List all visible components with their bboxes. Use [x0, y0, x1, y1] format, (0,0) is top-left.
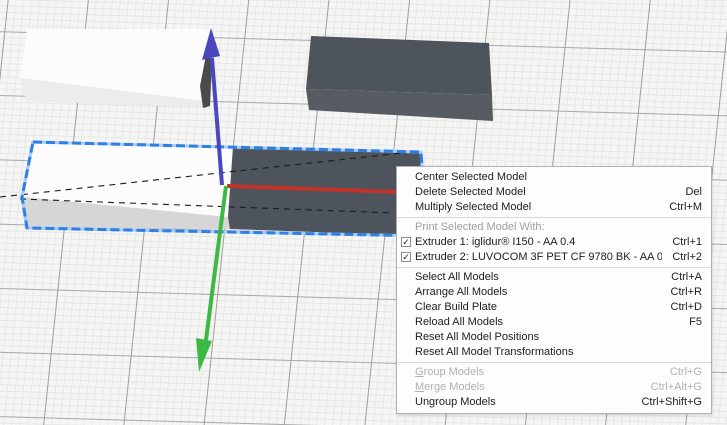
menu-item-arrange-all-models[interactable]: Arrange All Models Ctrl+R: [397, 285, 711, 300]
menu-item-reset-all-model-positions[interactable]: Reset All Model Positions: [397, 330, 711, 345]
menu-item-shortcut: F5: [689, 315, 702, 330]
menu-item-center-selected-model[interactable]: Center Selected Model: [397, 170, 711, 185]
menu-item-shortcut: Ctrl+M: [669, 200, 702, 215]
menu-item-merge-models: Merge Models Ctrl+Alt+G: [397, 380, 711, 395]
menu-item-reload-all-models[interactable]: Reload All Models F5: [397, 315, 711, 330]
menu-item-label: Merge Models: [415, 380, 641, 395]
menu-item-label: Select All Models: [415, 270, 661, 285]
menu-item-ungroup-models[interactable]: Ungroup Models Ctrl+Shift+G: [397, 395, 711, 410]
menu-item-label: Extruder 1: iglidur® I150 - AA 0.4: [415, 235, 662, 250]
menu-item-shortcut: Ctrl+A: [671, 270, 702, 285]
menu-item-label: Group Models: [415, 365, 660, 380]
checkbox-checked-icon: ✓: [401, 237, 411, 247]
menu-item-label: Reset All Model Transformations: [415, 345, 692, 360]
menu-item-print-selected-model-with: Print Selected Model With:: [397, 220, 711, 235]
menu-item-extruder-2-luvocom-3f-pet-cf-9780-bk-aa-0-4[interactable]: ✓ Extruder 2: LUVOCOM 3F PET CF 9780 BK -…: [397, 250, 711, 265]
menu-item-clear-build-plate[interactable]: Clear Build Plate Ctrl+D: [397, 300, 711, 315]
menu-item-shortcut: Ctrl+1: [672, 235, 702, 250]
menu-item-shortcut: Ctrl+G: [670, 365, 702, 380]
menu-item-label: Reload All Models: [415, 315, 679, 330]
menu-item-label: Multiply Selected Model: [415, 200, 659, 215]
menu-item-label: Arrange All Models: [415, 285, 661, 300]
menu-item-shortcut: Ctrl+2: [672, 250, 702, 265]
menu-item-shortcut: Ctrl+D: [671, 300, 702, 315]
context-menu: Center Selected ModelDelete Selected Mod…: [396, 166, 712, 414]
menu-item-label: Extruder 2: LUVOCOM 3F PET CF 9780 BK - …: [415, 250, 662, 265]
menu-item-shortcut: Del: [685, 185, 702, 200]
viewport-3d[interactable]: Center Selected ModelDelete Selected Mod…: [0, 0, 727, 425]
menu-item-label: Clear Build Plate: [415, 300, 661, 315]
menu-item-delete-selected-model[interactable]: Delete Selected Model Del: [397, 185, 711, 200]
checkbox-checked-icon: ✓: [401, 252, 411, 262]
menu-item-select-all-models[interactable]: Select All Models Ctrl+A: [397, 270, 711, 285]
menu-item-shortcut: Ctrl+Shift+G: [641, 395, 702, 410]
menu-item-label: Reset All Model Positions: [415, 330, 692, 345]
menu-item-label: Ungroup Models: [415, 395, 631, 410]
menu-item-label: Delete Selected Model: [415, 185, 675, 200]
menu-separator: [397, 267, 711, 268]
menu-separator: [397, 217, 711, 218]
menu-item-multiply-selected-model[interactable]: Multiply Selected Model Ctrl+M: [397, 200, 711, 215]
menu-item-extruder-1-iglidur-i150-aa-0-4[interactable]: ✓ Extruder 1: iglidur® I150 - AA 0.4 Ctrl+…: [397, 235, 711, 250]
menu-item-shortcut: Ctrl+Alt+G: [651, 380, 702, 395]
gizmo-y-arrowhead-icon[interactable]: [196, 338, 212, 372]
menu-item-group-models: Group Models Ctrl+G: [397, 365, 711, 380]
menu-item-shortcut: Ctrl+R: [671, 285, 702, 300]
menu-item-reset-all-model-transformations[interactable]: Reset All Model Transformations: [397, 345, 711, 360]
menu-separator: [397, 362, 711, 363]
menu-item-label: Print Selected Model With:: [415, 220, 692, 235]
menu-item-label: Center Selected Model: [415, 170, 692, 185]
model-dark-top-face[interactable]: [306, 36, 492, 95]
